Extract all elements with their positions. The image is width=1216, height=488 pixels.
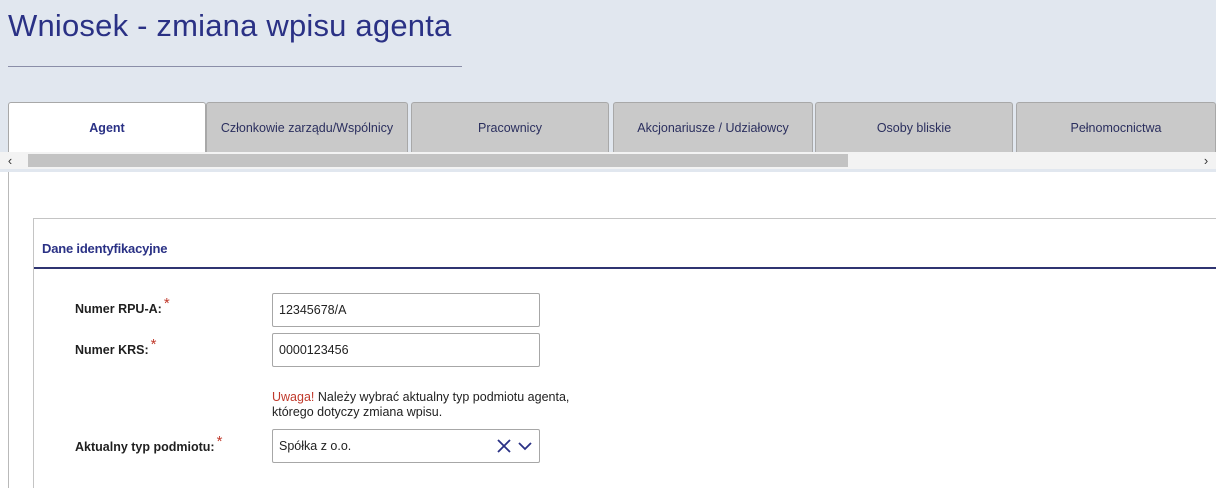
- section-divider: [34, 267, 1216, 269]
- scroll-left-icon[interactable]: ‹: [2, 152, 18, 169]
- warning-prefix: Uwaga!: [272, 390, 315, 404]
- tab-agent[interactable]: Agent: [8, 102, 206, 152]
- tab-board-members[interactable]: Członkowie zarządu/Wspólnicy: [206, 102, 408, 152]
- tabs-scrollbar[interactable]: ‹ ›: [0, 152, 1216, 169]
- tab-employees[interactable]: Pracownicy: [411, 102, 609, 152]
- krs-label-text: Numer KRS:: [75, 343, 149, 357]
- warning-text: Należy wybrać aktualny typ podmiotu agen…: [272, 390, 570, 419]
- tab-powers-of-attorney[interactable]: Pełnomocnictwa: [1016, 102, 1216, 152]
- rpu-label-text: Numer RPU-A:: [75, 302, 162, 316]
- scroll-thumb[interactable]: [28, 154, 848, 167]
- entity-type-value: Spółka z o.o.: [279, 439, 352, 453]
- rpu-input[interactable]: [272, 293, 540, 327]
- scroll-right-icon[interactable]: ›: [1198, 152, 1214, 169]
- entity-type-label: Aktualny typ podmiotu: *: [75, 433, 222, 455]
- entity-type-label-text: Aktualny typ podmiotu:: [75, 440, 215, 454]
- entity-type-select[interactable]: Spółka z o.o.: [272, 429, 540, 463]
- entity-type-warning: Uwaga! Należy wybrać aktualny typ podmio…: [272, 390, 572, 420]
- required-marker: *: [216, 433, 223, 450]
- chevron-down-icon[interactable]: [517, 438, 533, 454]
- required-marker: *: [150, 336, 157, 353]
- krs-input[interactable]: [272, 333, 540, 367]
- required-marker: *: [163, 295, 170, 312]
- tab-related-persons[interactable]: Osoby bliskie: [815, 102, 1013, 152]
- krs-label: Numer KRS: *: [75, 336, 156, 358]
- close-icon[interactable]: [495, 437, 513, 455]
- section-title: Dane identyfikacyjne: [42, 241, 168, 256]
- page-title: Wniosek - zmiana wpisu agenta: [8, 8, 452, 43]
- title-divider: [8, 66, 462, 67]
- tab-shareholders[interactable]: Akcjonariusze / Udziałowcy: [613, 102, 813, 152]
- rpu-label: Numer RPU-A: *: [75, 295, 170, 317]
- content-border: [8, 172, 9, 488]
- tab-bar: Agent Członkowie zarządu/Wspólnicy Praco…: [8, 102, 1216, 152]
